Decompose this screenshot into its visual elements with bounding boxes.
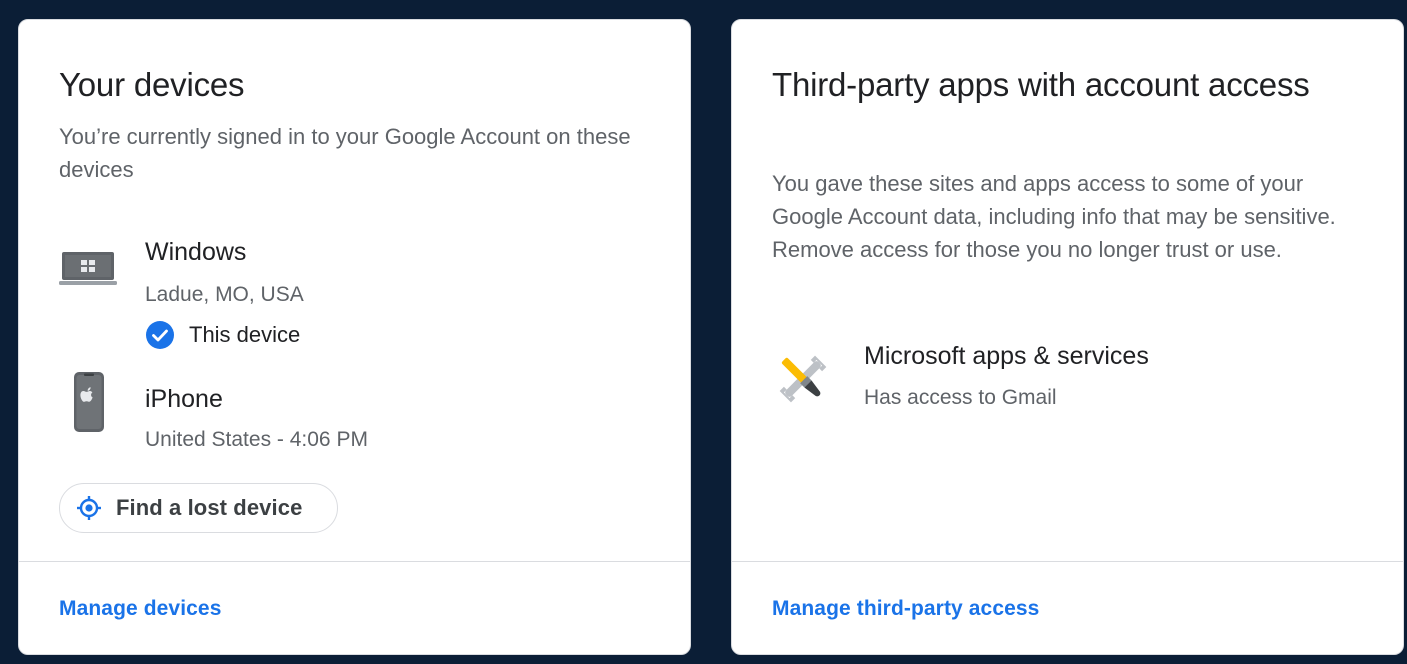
app-name: Microsoft apps & services [864,342,1149,370]
manage-devices-link[interactable]: Manage devices [59,594,221,624]
tools-icon [772,348,834,415]
device-location: Ladue, MO, USA [145,283,304,306]
device-name: iPhone [145,385,223,413]
apps-card-description: You gave these sites and apps access to … [772,171,1336,262]
third-party-apps-card: Third-party apps with account ac­cess Yo… [731,19,1404,655]
device-item-iphone[interactable]: iPhone United States - 4:06 PM [59,365,639,451]
page-background: Your devices You’re currently signed in … [0,0,1407,664]
locate-icon [76,495,102,521]
iphone-icon [73,371,105,438]
find-lost-device-button[interactable]: Find a lost device [59,483,338,533]
app-access: Has access to Gmail [864,386,1057,409]
card-divider [732,561,1403,562]
device-item-windows[interactable]: Windows Ladue, MO, USA This device [59,217,639,357]
devices-card-title: Your devices [59,66,245,103]
devices-card-description: You’re currently signed in to your Googl… [59,124,631,182]
find-lost-device-label: Find a lost device [116,495,303,520]
this-device-badge: This device [145,320,300,350]
devices-card: Your devices You’re currently signed in … [18,19,691,655]
app-item-microsoft[interactable]: Microsoft apps & services Has access to … [772,340,1362,420]
apps-card-title: Third-party apps with account ac­cess [772,66,1310,103]
check-circle-icon [145,320,175,350]
device-name: Windows [145,238,247,266]
manage-third-party-access-link[interactable]: Manage third-party access [772,594,1039,624]
laptop-windows-icon [59,249,117,294]
card-divider [19,561,690,562]
device-location: United States - 4:06 PM [145,428,368,451]
this-device-label: This device [189,322,301,347]
